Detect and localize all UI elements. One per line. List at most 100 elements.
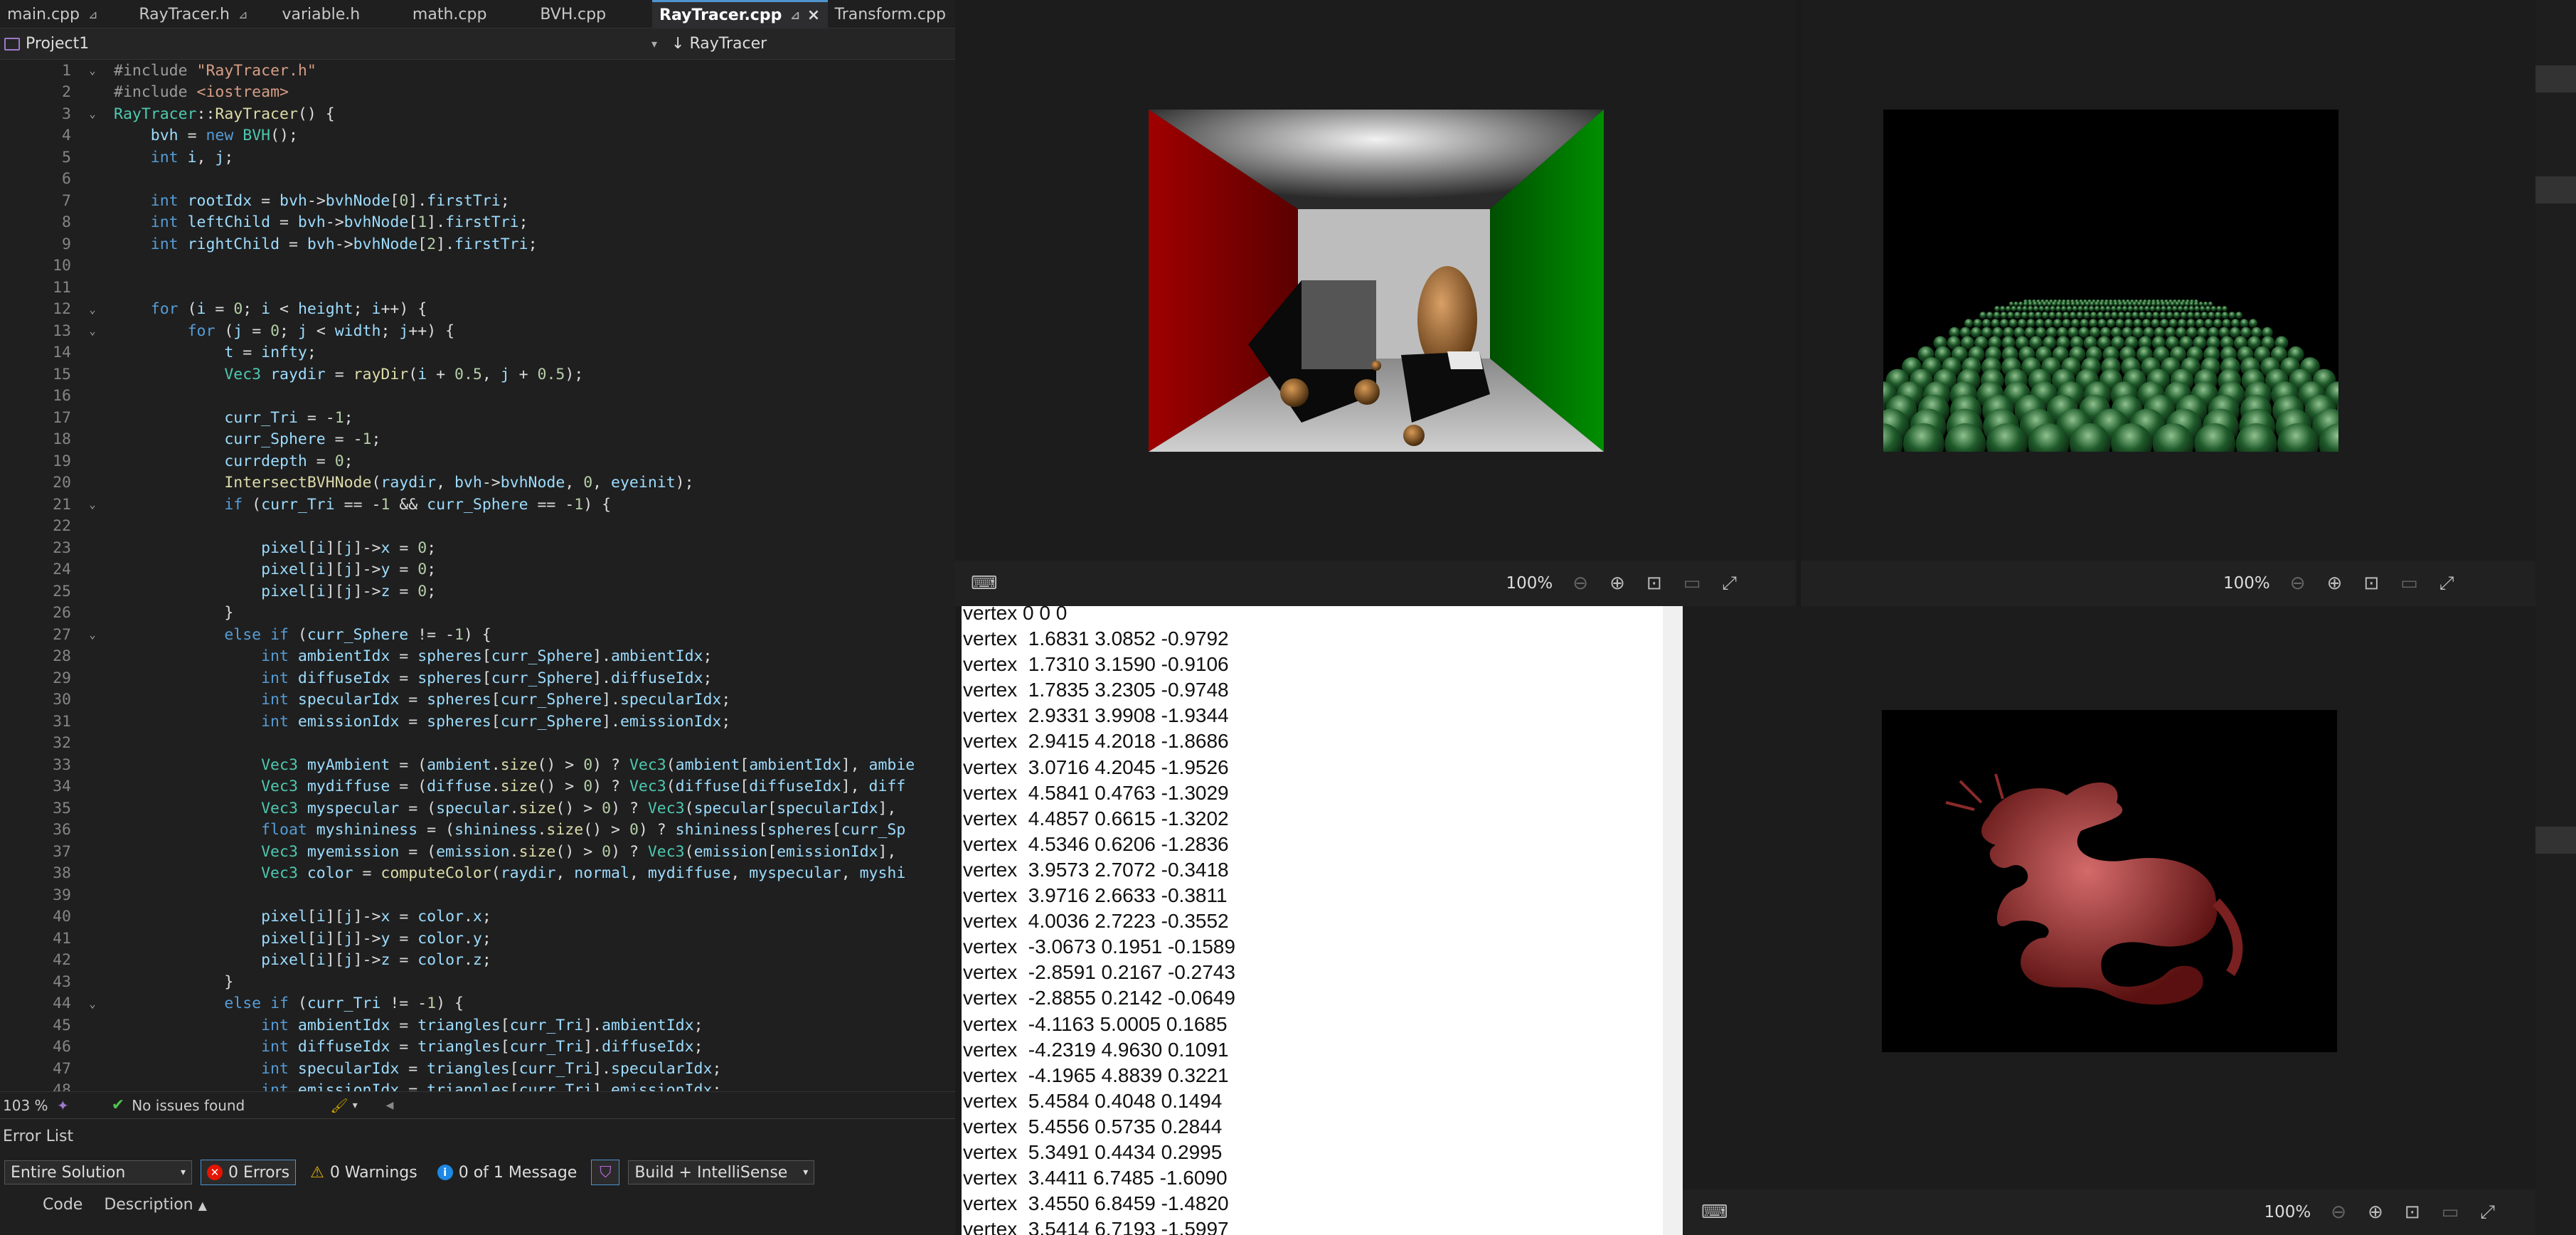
code-line[interactable]: 7 int rootIdx = bvh->bvhNode[0].firstTri… [0,190,955,212]
code-line[interactable]: 41 pixel[i][j]->y = color.y; [0,928,955,950]
copilot-icon[interactable]: ✦ [57,1097,69,1114]
code-line[interactable]: 4 bvh = new BVH(); [0,125,955,147]
close-icon[interactable]: × [807,6,820,24]
messages-filter-button[interactable]: i 0 of 1 Message [432,1160,583,1185]
code-line[interactable]: 31 int emissionIdx = spheres[curr_Sphere… [0,711,955,733]
code-line[interactable]: 28 int ambientIdx = spheres[curr_Sphere]… [0,646,955,668]
code-line[interactable]: 25 pixel[i][j]->z = 0; [0,581,955,603]
zoom-out-icon[interactable]: ⊖ [2331,1202,2346,1223]
fold-chevron-icon[interactable]: ⌄ [71,107,114,120]
code-line[interactable]: 2 #include <iostream> [0,82,955,104]
code-line[interactable]: 43 } [0,971,955,993]
code-line[interactable]: 36 float myshininess = (shininess.size()… [0,820,955,842]
tab-bvh-cpp[interactable]: BVH.cpp [533,0,652,28]
fit-to-window-icon[interactable]: ⊡ [2363,573,2379,594]
image-viewer-cornell[interactable]: ⌨ 100% ⊖ ⊕ ⊡ ▭ ⤢ [955,0,1796,606]
zoom-in-icon[interactable]: ⊕ [1609,573,1625,594]
code-line[interactable]: 48 int emissionIdx = triangles[curr_Tri]… [0,1080,955,1091]
toolbar-toggle-icon[interactable]: ⌨ [971,573,998,594]
errors-filter-button[interactable]: ✕ 0 Errors [201,1160,297,1185]
scroll-left-icon[interactable]: ◀ [386,1100,394,1111]
code-line[interactable]: 47 int specularIdx = triangles[curr_Tri]… [0,1058,955,1080]
pin-icon[interactable]: ⊿ [88,8,97,21]
code-line[interactable]: 18 curr_Sphere = -1; [0,429,955,451]
tab-raytracer-h[interactable]: RayTracer.h ⊿ [132,0,275,28]
fold-chevron-icon[interactable]: ⌄ [71,628,114,641]
code-line[interactable]: 39 [0,884,955,906]
vertical-scrollbar[interactable] [1663,606,1683,1235]
image-viewer-spheres[interactable]: 100% ⊖ ⊕ ⊡ ▭ ⤢ [1801,0,2535,606]
actual-size-icon[interactable]: ▭ [2442,1202,2459,1223]
scope-select[interactable]: Entire Solution ▾ [4,1160,192,1184]
code-line[interactable]: 35 Vec3 myspecular = (specular.size() > … [0,797,955,820]
code-line[interactable]: 5 int i, j; [0,147,955,169]
code-line[interactable]: 16 [0,386,955,408]
fold-chevron-icon[interactable]: ⌄ [71,64,114,77]
tab-transform-cpp[interactable]: Transform.cpp [828,0,955,28]
code-line[interactable]: 3 ⌄ RayTracer::RayTracer() { [0,103,955,125]
fold-chevron-icon[interactable]: ⌄ [71,303,114,316]
code-line[interactable]: 34 Vec3 mydiffuse = (diffuse.size() > 0)… [0,776,955,798]
fit-to-window-icon[interactable]: ⊡ [1646,573,1662,594]
tab-math-cpp[interactable]: math.cpp [405,0,533,28]
code-line[interactable]: 12 ⌄ for (i = 0; i < height; i++) { [0,299,955,321]
code-line[interactable]: 45 int ambientIdx = triangles[curr_Tri].… [0,1014,955,1037]
build-filter-select[interactable]: Build + IntelliSense ▾ [628,1160,815,1184]
fold-chevron-icon[interactable]: ⌄ [71,997,114,1010]
code-editor[interactable]: main.cpp ⊿ RayTracer.h ⊿ variable.h math.cpp B… [0,0,955,1235]
scope-dropdown[interactable]: ↓ RayTracer [671,35,767,53]
toolbar-toggle-icon[interactable]: ⌨ [1701,1202,1728,1223]
editor-zoom-level[interactable]: 103 % [0,1097,57,1114]
expand-icon[interactable]: ⤢ [2480,1202,2495,1224]
code-line[interactable]: 14 t = infty; [0,342,955,364]
issues-status[interactable]: No issues found [132,1097,245,1114]
code-line[interactable]: 27 ⌄ else if (curr_Sphere != -1) { [0,624,955,646]
code-line[interactable]: 29 int diffuseIdx = spheres[curr_Sphere]… [0,667,955,689]
tab-variable-h[interactable]: variable.h [275,0,405,28]
code-line[interactable]: 8 int leftChild = bvh->bvhNode[1].firstT… [0,212,955,234]
pin-icon[interactable]: ⊿ [790,9,799,22]
code-line[interactable]: 19 currdepth = 0; [0,450,955,472]
code-line[interactable]: 13 ⌄ for (j = 0; j < width; j++) { [0,320,955,342]
code-line[interactable]: 15 Vec3 raydir = rayDir(i + 0.5, j + 0.5… [0,364,955,386]
code-area[interactable]: 1 ⌄ #include "RayTracer.h" 2 #include <iostr… [0,60,955,1091]
code-line[interactable]: 23 pixel[i][j]->x = 0; [0,537,955,559]
cleanup-icon[interactable]: 🖌 [330,1097,348,1114]
column-code[interactable]: Code [43,1196,83,1214]
fit-to-window-icon[interactable]: ⊡ [2405,1202,2420,1223]
code-line[interactable]: 44 ⌄ else if (curr_Tri != -1) { [0,993,955,1015]
filter-toggle-button[interactable]: ⛉ [591,1160,620,1185]
code-line[interactable]: 24 pixel[i][j]->y = 0; [0,559,955,581]
zoom-level[interactable]: 100% [1506,574,1553,593]
code-line[interactable]: 17 curr_Tri = -1; [0,407,955,429]
code-line[interactable]: 22 [0,516,955,538]
code-line[interactable]: 38 Vec3 color = computeColor(raydir, nor… [0,863,955,885]
code-line[interactable]: 26 } [0,603,955,625]
code-line[interactable]: 37 Vec3 myemission = (emission.size() > … [0,841,955,863]
fold-chevron-icon[interactable]: ⌄ [71,324,114,337]
image-viewer-dragon[interactable]: ⌨ 100% ⊖ ⊕ ⊡ ▭ ⤢ [1683,606,2535,1235]
pin-icon[interactable]: ⊿ [238,8,248,21]
code-line[interactable]: 6 [0,169,955,191]
chevron-down-icon[interactable]: ▾ [353,1100,358,1111]
code-line[interactable]: 1 ⌄ #include "RayTracer.h" [0,60,955,82]
code-line[interactable]: 11 [0,277,955,299]
code-line[interactable]: 20 IntersectBVHNode(raydir, bvh->bvhNode… [0,472,955,494]
warnings-filter-button[interactable]: ⚠ 0 Warnings [304,1160,423,1185]
expand-icon[interactable]: ⤢ [1722,573,1737,595]
code-line[interactable]: 46 int diffuseIdx = triangles[curr_Tri].… [0,1037,955,1059]
project-dropdown[interactable]: Project1 [26,35,651,53]
vertex-text-panel[interactable]: vertex 0 0 0 vertex 1.6831 3.0852 -0.9792… [962,606,1683,1235]
actual-size-icon[interactable]: ▭ [1683,573,1701,594]
expand-icon[interactable]: ⤢ [2439,573,2454,595]
chevron-down-icon[interactable]: ▾ [651,37,657,51]
zoom-level[interactable]: 100% [2223,574,2270,593]
code-line[interactable]: 21 ⌄ if (curr_Tri == -1 && curr_Sphere ==… [0,494,955,516]
code-line[interactable]: 40 pixel[i][j]->x = color.x; [0,906,955,928]
zoom-in-icon[interactable]: ⊕ [2327,573,2343,594]
zoom-level[interactable]: 100% [2264,1203,2311,1221]
tab-main-cpp[interactable]: main.cpp ⊿ [0,0,132,28]
tab-raytracer-cpp[interactable]: RayTracer.cpp ⊿ × [652,0,828,28]
column-description[interactable]: Description ▲ [104,1196,207,1214]
actual-size-icon[interactable]: ▭ [2400,573,2418,594]
